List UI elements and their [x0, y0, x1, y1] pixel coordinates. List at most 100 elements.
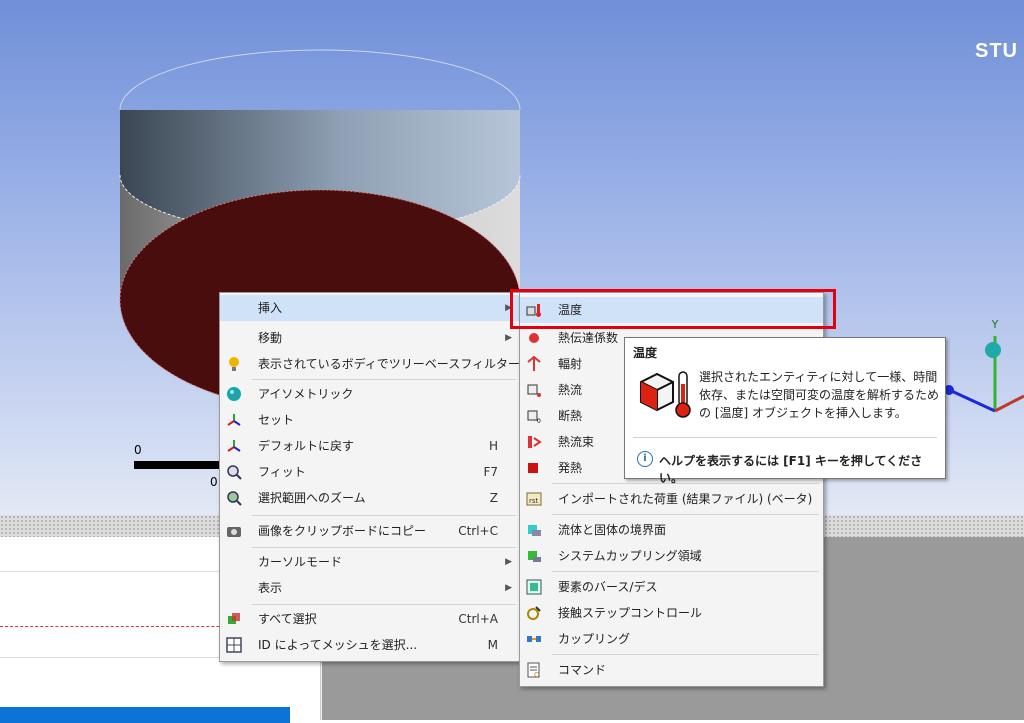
submenu-item-system-coupling[interactable]: システムカップリング領域 [520, 543, 823, 569]
menu-item-shortcut: Ctrl+A [458, 612, 498, 626]
heat-flux-icon [528, 436, 542, 448]
coordinate-triad[interactable]: Y [935, 316, 1024, 426]
select-all-icon [228, 613, 240, 624]
submenu-arrow-icon: ▶ [505, 557, 512, 567]
menu-item-label: カップリング [558, 632, 631, 646]
menu-item-select-all[interactable]: すべて選択 Ctrl+A [220, 606, 520, 632]
menu-item-label: 断熱 [558, 409, 583, 423]
info-icon: i [637, 451, 653, 467]
menu-item-label: インポートされた荷重 (結果ファイル) (ベータ) [558, 492, 813, 506]
progress-bar [0, 707, 290, 723]
menu-item-label: 表示 [258, 581, 283, 595]
menu-item-move[interactable]: 移動 ▶ [220, 325, 520, 351]
perfect-insulation-icon: 0 [527, 410, 541, 424]
tooltip-divider [633, 437, 937, 438]
menu-item-insert[interactable]: 挿入 ▶ [220, 295, 520, 321]
system-coupling-icon [528, 551, 541, 562]
submenu-item-element-birth-death[interactable]: 要素のバース/デス [520, 574, 823, 600]
menu-item-label: ID によってメッシュを選択... [258, 638, 418, 652]
menu-item-fit[interactable]: フィット F7 [220, 459, 520, 485]
menu-item-reset-default[interactable]: デフォルトに戻す H [220, 433, 520, 459]
submenu-arrow-icon: ▶ [505, 583, 512, 593]
menu-item-label: デフォルトに戻す [258, 439, 355, 453]
menu-item-label: フィット [258, 465, 306, 479]
scale-label-start: 0 [134, 443, 142, 457]
tooltip-title: 温度 [633, 346, 658, 360]
menu-item-label: アイソメトリック [258, 387, 354, 401]
menu-item-label: 選択範囲へのズーム [258, 491, 366, 505]
menu-separator [252, 547, 516, 548]
element-birth-death-icon [526, 579, 542, 595]
menu-item-shortcut: H [488, 439, 498, 453]
menu-separator [252, 515, 516, 516]
submenu-item-imported-load[interactable]: rst インポートされた荷重 (結果ファイル) (ベータ) [520, 486, 823, 512]
temperature-icon [640, 371, 691, 418]
menu-item-label: 表示されているボディでツリーベースフィルター [258, 357, 520, 371]
menu-item-label: すべて選択 [258, 612, 317, 626]
menu-separator [552, 514, 819, 515]
coupling-icon [527, 636, 541, 642]
menu-item-isometric[interactable]: アイソメトリック [220, 381, 520, 407]
submenu-item-contact-step-control[interactable]: 接触ステップコントロール [520, 600, 823, 626]
axes-default-icon [227, 440, 241, 452]
menu-item-label: 要素のバース/デス [558, 580, 658, 594]
menu-item-label: 熱流束 [558, 435, 595, 449]
contact-step-icon [527, 606, 541, 620]
menu-item-label: 流体と固体の境界面 [558, 523, 667, 537]
triad-y-label: Y [991, 318, 999, 331]
svg-text:0: 0 [537, 418, 541, 424]
axes-set-icon [227, 414, 241, 426]
menu-item-label: 接触ステップコントロール [558, 606, 703, 620]
heat-flow-icon [527, 384, 541, 397]
menu-item-label: システムカップリング領域 [558, 549, 702, 563]
menu-item-shortcut: F7 [483, 465, 498, 479]
menu-item-select-mesh-by-id[interactable]: ID によってメッシュを選択... M [220, 632, 520, 658]
svg-text:rst: rst [529, 497, 539, 505]
radiation-icon [527, 356, 541, 371]
zoom-fit-icon [227, 465, 242, 480]
menu-separator [552, 571, 819, 572]
menu-item-label: カーソルモード [258, 555, 343, 569]
menu-item-label: 輻射 [558, 357, 583, 371]
convection-icon [529, 333, 539, 343]
submenu-item-commands[interactable]: C コマンド [520, 657, 823, 683]
menu-item-label: コマンド [558, 663, 607, 677]
mesh-id-icon [226, 637, 242, 653]
menu-separator [252, 604, 516, 605]
zoom-selection-icon [227, 491, 242, 506]
menu-item-cursor-mode[interactable]: カーソルモード ▶ [220, 549, 520, 575]
menu-item-view[interactable]: 表示 ▶ [220, 575, 520, 601]
tooltip: 温度 選択されたエンティティに対して一様、時間依存、または空間可変の温度を解析す… [624, 337, 946, 485]
menu-item-set[interactable]: セット [220, 407, 520, 433]
scale-bar-line [134, 461, 224, 469]
menu-item-copy-image[interactable]: 画像をクリップボードにコピー Ctrl+C [220, 518, 520, 544]
commands-icon: C [527, 662, 540, 678]
menu-item-label: 移動 [258, 331, 283, 345]
menu-item-label: セット [258, 413, 295, 427]
imported-load-icon: rst [526, 492, 542, 506]
menu-separator [252, 379, 516, 380]
menu-item-label: 画像をクリップボードにコピー [258, 524, 427, 538]
tooltip-description: 選択されたエンティティに対して一様、時間依存、または空間可変の温度を解析するため… [699, 370, 940, 420]
lightbulb-icon [229, 357, 239, 371]
camera-icon [227, 527, 241, 537]
menu-item-shortcut: Ctrl+C [458, 524, 498, 538]
menu-item-label: 発熱 [558, 461, 583, 475]
submenu-item-fluid-solid-interface[interactable]: 流体と固体の境界面 [520, 517, 823, 543]
annotation-highlight-box [510, 289, 836, 329]
tooltip-help-text: ヘルプを表示するには [F1] キーを押してください。 [659, 454, 923, 485]
menu-item-shortcut: M [487, 638, 498, 652]
menu-item-tree-filter[interactable]: 表示されているボディでツリーベースフィルター [220, 351, 520, 377]
menu-item-zoom-selection[interactable]: 選択範囲へのズーム Z [220, 485, 520, 511]
fluid-solid-interface-icon [528, 525, 541, 536]
menu-item-label: 挿入 [258, 301, 283, 315]
sphere-icon [227, 387, 241, 401]
svg-text:C: C [534, 671, 539, 678]
scale-label-end: 0 [210, 475, 218, 489]
menu-item-shortcut: Z [489, 491, 498, 505]
brand-logo: STU [975, 40, 1018, 62]
submenu-item-coupling[interactable]: カップリング [520, 626, 823, 652]
context-menu: 挿入 ▶ 移動 ▶ 表示されているボディでツリーベースフィルター アイソメトリッ… [219, 292, 521, 662]
internal-heat-icon [528, 463, 538, 473]
menu-item-label: 熱流 [558, 383, 583, 397]
